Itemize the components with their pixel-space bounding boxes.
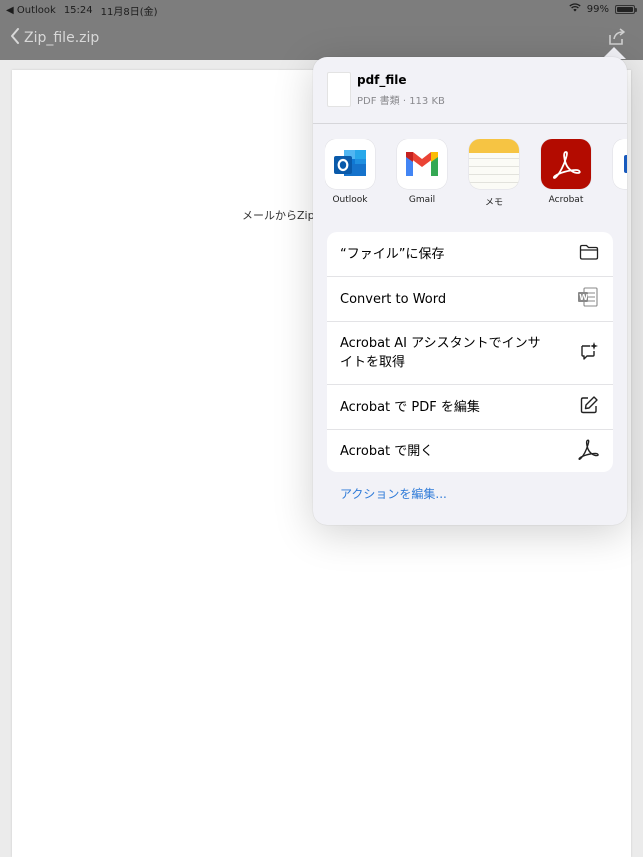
document-text: メールからZip — [242, 209, 315, 222]
outlook-icon — [325, 139, 375, 189]
svg-text:W: W — [579, 293, 588, 302]
battery-icon — [615, 4, 637, 14]
back-to-app-link[interactable]: ◀ Outlook — [6, 5, 56, 16]
app-outlook[interactable]: Outlook — [325, 139, 375, 205]
file-meta: PDF 書類 · 113 KB — [357, 96, 445, 107]
acrobat-icon — [541, 139, 591, 189]
notes-icon — [469, 139, 519, 189]
action-label: Acrobat で PDF を編集 — [340, 399, 480, 415]
action-convert-to-word[interactable]: Convert to Word W — [327, 277, 613, 321]
share-sheet: pdf_file PDF 書類 · 113 KB Outlook Gmail メ… — [313, 57, 627, 525]
action-acrobat-ai[interactable]: Acrobat AI アシスタントでインサイトを取得 — [327, 322, 613, 384]
app-acrobat[interactable]: Acrobat — [541, 139, 591, 205]
app-label: Outlook — [332, 195, 368, 205]
status-time: 15:24 — [63, 5, 93, 16]
wifi-icon — [569, 3, 581, 15]
divider — [313, 123, 627, 124]
ai-chat-icon — [579, 341, 599, 365]
word-icon: W — [613, 139, 627, 189]
back-button-label: Zip_file.zip — [24, 30, 100, 46]
word-doc-icon: W — [577, 287, 599, 311]
app-label: メモ — [484, 198, 503, 208]
action-save-to-files[interactable]: “ファイル”に保存 — [327, 232, 613, 276]
battery-percent: 99% — [586, 3, 609, 15]
gmail-icon — [397, 139, 447, 189]
edit-actions-link[interactable]: アクションを編集... — [340, 485, 447, 502]
action-label: Acrobat で開く — [340, 443, 434, 459]
status-bar: ◀ Outlook 15:24 11月8日(金) 99% — [0, 0, 643, 18]
action-edit-pdf[interactable]: Acrobat で PDF を編集 — [327, 385, 613, 429]
file-header: pdf_file PDF 書類 · 113 KB — [313, 57, 627, 123]
acrobat-glyph-icon — [577, 438, 599, 464]
apps-row: Outlook Gmail メモ Acrobat — [325, 139, 627, 211]
file-name: pdf_file — [357, 73, 407, 87]
action-label: Acrobat AI アシスタントでインサイトを取得 — [340, 336, 541, 370]
back-button[interactable]: Zip_file.zip — [10, 28, 99, 48]
app-word[interactable]: W — [613, 139, 627, 195]
chevron-left-icon — [10, 28, 20, 48]
edit-icon — [579, 395, 599, 419]
app-label: Acrobat — [548, 195, 584, 205]
action-label: Convert to Word — [340, 291, 447, 307]
app-label: Gmail — [408, 195, 436, 205]
folder-icon — [579, 244, 599, 264]
action-label: “ファイル”に保存 — [340, 246, 445, 262]
app-gmail[interactable]: Gmail — [397, 139, 447, 205]
action-open-in-acrobat[interactable]: Acrobat で開く — [327, 430, 613, 472]
status-date: 11月8日(金) — [100, 7, 158, 18]
actions-list: “ファイル”に保存 Convert to Word W Acrobat AI ア… — [327, 232, 613, 472]
app-notes[interactable]: メモ — [469, 139, 519, 208]
file-thumbnail — [327, 72, 351, 107]
